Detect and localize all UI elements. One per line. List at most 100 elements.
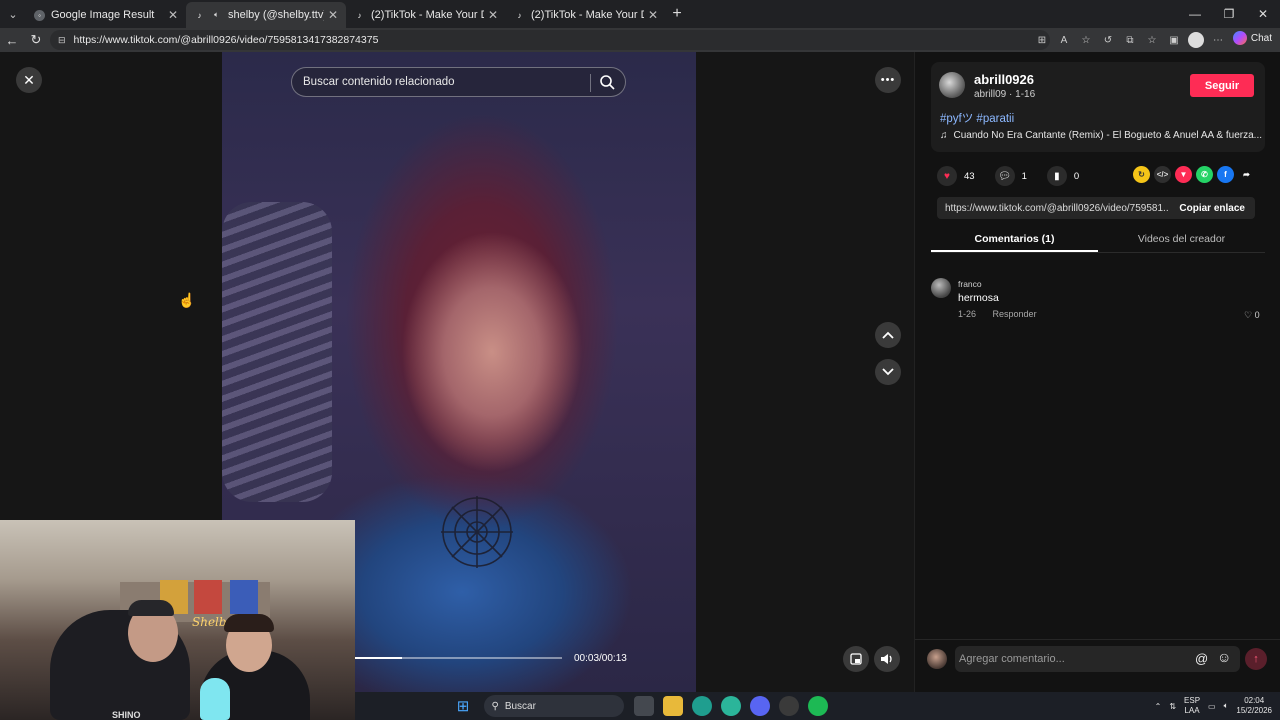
person-left-cap [128,600,174,616]
site-info-icon[interactable]: ⊟ [58,35,66,46]
more-options-button[interactable]: ••• [875,67,901,93]
discord-icon[interactable] [750,696,770,716]
volume-icon [881,654,892,664]
clock[interactable]: 02:04 15/2/2026 [1236,696,1272,716]
profile-icon[interactable] [1188,32,1204,48]
video-link[interactable]: https://www.tiktok.com/@abrill0926/video… [937,203,1169,214]
collections-icon[interactable]: ▣ [1166,32,1182,48]
comment-like-button[interactable]: ♡ 0 [1244,310,1260,321]
comment-date: 1-26 [958,309,977,319]
minimize-icon[interactable]: — [1178,0,1212,28]
edge-icon[interactable] [692,696,712,716]
tab-creator-videos[interactable]: Videos del creador [1098,228,1265,252]
clock-date: 15/2/2026 [1236,706,1272,715]
whatsapp-icon[interactable]: ✆ [1196,166,1213,183]
spotify-icon[interactable] [808,696,828,716]
globe-icon: ◦ [34,9,45,21]
tab-list-icon[interactable]: ⌄ [0,0,26,28]
like-button[interactable]: ♥ 43 [937,166,975,186]
more-icon: ••• [880,74,896,86]
tab-shelby[interactable]: ♪ 🔈︎ shelby (@shelby.ttv) | TikTok ✕ [186,2,346,28]
emoji-icon[interactable]: ☺ [1217,649,1231,665]
close-window-icon[interactable]: ✕ [1246,0,1280,28]
post-info-card: abrill0926 abrill09 · 1-16 Seguir #pyfツ … [931,62,1265,152]
related-search-input[interactable]: Buscar contenido relacionado [291,67,626,97]
search-icon[interactable] [599,74,615,90]
comment-button[interactable]: 💬︎ 1 [994,166,1027,186]
window-controls: — ❐ ✕ [1178,0,1280,28]
shirt-print: SHINO [112,710,141,720]
taskbar-search[interactable]: ⚲ Buscar [483,695,624,717]
video-progress-bar[interactable] [354,657,562,659]
network-icon[interactable]: ⇅ [1169,702,1176,711]
facebook-icon[interactable]: f [1217,166,1234,183]
favorite-icon[interactable]: ☆ [1078,32,1094,48]
mention-icon[interactable]: @ [1195,651,1208,666]
display-icon[interactable]: ▭ [1208,702,1216,711]
share-icon[interactable]: ➦ [1238,166,1255,183]
commenter-avatar[interactable] [931,278,951,298]
tab-tiktok-1[interactable]: ♪ (2)TikTok - Make Your Day ✕ [346,2,506,28]
url-field[interactable]: ⊟ https://www.tiktok.com/@abrill0926/vid… [50,30,1050,50]
post-comment-button[interactable]: ↑ [1245,648,1267,670]
close-viewer-button[interactable]: ✕ [16,67,42,93]
panel-tabs: Comentarios (1) Videos del creador [931,228,1265,253]
close-tab-icon[interactable]: ✕ [648,8,658,22]
volume-icon[interactable]: 🔈︎ [1224,701,1229,711]
reply-button[interactable]: Responder [993,309,1037,319]
poster [230,580,258,614]
author-avatar[interactable] [939,72,965,98]
pip-button[interactable] [843,646,869,672]
address-bar-icons: ⊞ A ☆ ↺ ⧉ ☆ ▣ ⋯ [1034,32,1226,48]
send-to-friends-icon[interactable]: ▼ [1175,166,1192,183]
start-icon[interactable]: ⊞ [453,696,473,716]
favorites-icon[interactable]: ☆ [1144,32,1160,48]
heart-outline-icon: ♡ [1244,310,1253,320]
music-row[interactable]: ♫ Cuando No Era Cantante (Remix) - El Bog… [940,130,1262,141]
bookmark-icon: ▮ [1046,166,1067,186]
next-video-button[interactable] [875,359,901,385]
tab-comments[interactable]: Comentarios (1) [931,228,1098,252]
repost-icon[interactable]: ↻ [1133,166,1150,183]
tab-title: (2)TikTok - Make Your Day [531,9,644,21]
copy-link-button[interactable]: Copiar enlace [1169,203,1255,214]
my-avatar [927,649,947,669]
embed-icon[interactable]: </> [1154,166,1171,183]
details-panel: abrill0926 abrill09 · 1-16 Seguir #pyfツ … [914,52,1280,692]
lamp [200,678,230,720]
close-tab-icon[interactable]: ✕ [168,8,178,22]
music-title: Cuando No Era Cantante (Remix) - El Bogu… [953,130,1263,141]
address-bar-row: ← ↻ ⊟ https://www.tiktok.com/@abrill0926… [0,28,1280,52]
speaker-icon[interactable]: 🔈︎ [211,10,222,21]
edge-dev-icon[interactable] [721,696,741,716]
language-indicator[interactable]: ESP LAA [1184,696,1200,716]
comment-like-count: 0 [1254,310,1260,320]
volume-button[interactable] [874,646,900,672]
chevron-up-icon[interactable]: ⌃ [1155,702,1162,711]
app-icon[interactable]: ⊞ [1034,32,1050,48]
previous-video-button[interactable] [875,322,901,348]
close-tab-icon[interactable]: ✕ [488,8,498,22]
new-tab-button[interactable]: + [666,5,688,23]
tab-google-image[interactable]: ◦ Google Image Result ✕ [26,2,186,28]
copilot-icon [1232,31,1247,45]
reload-icon[interactable]: ↻ [24,28,48,52]
save-button[interactable]: ▮ 0 [1046,166,1079,186]
extensions-icon[interactable]: ⧉ [1122,32,1138,48]
close-tab-icon[interactable]: ✕ [328,8,338,22]
refresh-icon[interactable]: ↺ [1100,32,1116,48]
back-icon[interactable]: ← [0,28,24,52]
more-icon[interactable]: ⋯ [1210,32,1226,48]
task-view-icon[interactable] [634,696,654,716]
chat-button[interactable]: Chat [1232,31,1272,45]
tab-tiktok-2[interactable]: ♪ (2)TikTok - Make Your Day ✕ [506,2,666,28]
file-explorer-icon[interactable] [663,696,683,716]
author-username[interactable]: abrill0926 [974,72,1034,87]
restore-icon[interactable]: ❐ [1212,0,1246,28]
commenter-name[interactable]: franco [958,279,982,289]
translate-icon[interactable]: A [1056,32,1072,48]
comment-placeholder: Agregar comentario... [959,653,1065,665]
hashtags[interactable]: #pyfツ #paratii [940,110,1014,126]
app-icon[interactable] [779,696,799,716]
follow-button[interactable]: Seguir [1190,74,1254,97]
